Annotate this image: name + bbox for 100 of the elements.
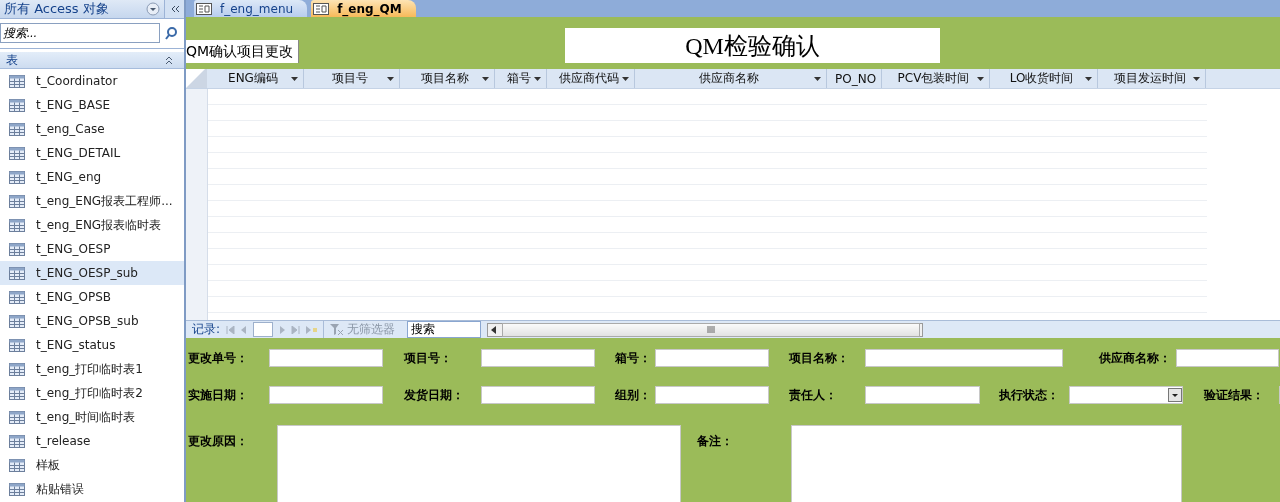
dropdown-arrow-icon[interactable] (1085, 76, 1092, 81)
last-record-icon[interactable] (291, 325, 301, 334)
table-item[interactable]: t_eng_打印临时表1 (0, 357, 184, 381)
table-item[interactable]: t_ENG_BASE (0, 93, 184, 117)
column-header[interactable]: 项目发运时间 (1098, 69, 1206, 88)
text-field[interactable] (269, 386, 383, 404)
text-field[interactable] (481, 349, 595, 367)
field-label: 项目名称： (789, 349, 850, 367)
text-field[interactable] (481, 386, 595, 404)
column-header[interactable]: LO收货时间 (990, 69, 1098, 88)
column-header[interactable]: 供应商代码 (547, 69, 635, 88)
field-label: 更改单号： (188, 349, 249, 367)
combo-box[interactable] (1069, 386, 1183, 404)
table-item[interactable]: t_eng_时间临时表 (0, 405, 184, 429)
search-field[interactable]: 搜索... (0, 23, 160, 43)
record-number-field[interactable] (253, 322, 274, 337)
table-item[interactable]: 样板 (0, 453, 184, 477)
field-label: 箱号： (615, 349, 652, 367)
table-icon (9, 170, 25, 184)
text-field[interactable] (655, 386, 769, 404)
table-item[interactable]: t_ENG_eng (0, 165, 184, 189)
table-icon (9, 362, 25, 376)
dropdown-arrow-icon[interactable] (482, 76, 489, 81)
table-item[interactable]: t_eng_ENG报表工程师... (0, 189, 184, 213)
column-header[interactable]: 箱号 (495, 69, 547, 88)
subform-tab[interactable]: QM确认项目更改 (186, 40, 299, 63)
field-label: 备注： (697, 433, 734, 450)
table-icon (9, 242, 25, 256)
first-record-icon[interactable] (226, 325, 236, 334)
table-icon (9, 410, 25, 424)
scroll-left-icon[interactable] (490, 324, 499, 335)
table-icon (9, 266, 25, 280)
dropdown-arrow-icon[interactable] (291, 76, 298, 81)
table-icon (9, 218, 25, 232)
search-icon[interactable] (164, 26, 178, 40)
form-icon (196, 2, 212, 15)
dropdown-arrow-icon[interactable] (387, 76, 394, 81)
collapse-pane-button[interactable] (164, 0, 184, 18)
record-selector-column[interactable] (186, 89, 208, 320)
select-all-corner[interactable] (186, 69, 207, 88)
table-icon (9, 482, 25, 496)
table-icon (9, 338, 25, 352)
grip-icon (707, 326, 716, 333)
text-field[interactable] (865, 386, 980, 404)
text-field[interactable] (865, 349, 1063, 367)
table-item[interactable]: t_ENG_DETAIL (0, 141, 184, 165)
field-label: 更改原因： (188, 433, 249, 450)
dropdown-arrow-icon[interactable] (534, 76, 541, 81)
table-icon (9, 146, 25, 160)
table-icon (9, 194, 25, 208)
field-label: 验证结果： (1204, 386, 1265, 404)
dropdown-arrow-icon[interactable] (622, 76, 629, 81)
table-icon (9, 314, 25, 328)
table-item[interactable]: t_ENG_OESP (0, 237, 184, 261)
previous-record-icon[interactable] (241, 325, 248, 334)
column-header[interactable]: PO_NO (827, 69, 882, 88)
text-field[interactable] (655, 349, 769, 367)
table-item[interactable]: t_eng_打印临时表2 (0, 381, 184, 405)
text-field[interactable] (1176, 349, 1279, 367)
dropdown-arrow-icon[interactable] (977, 76, 984, 81)
text-field[interactable] (269, 349, 383, 367)
table-item[interactable]: t_ENG_OESP_sub (0, 261, 184, 285)
column-header[interactable]: 供应商名称 (635, 69, 827, 88)
table-item[interactable]: t_ENG_status (0, 333, 184, 357)
table-item[interactable]: t_release (0, 429, 184, 453)
table-icon (9, 458, 25, 472)
column-header[interactable]: PCV包装时间 (882, 69, 990, 88)
form-title: QM检验确认 (565, 28, 940, 63)
table-item[interactable]: t_eng_ENG报表临时表 (0, 213, 184, 237)
dropdown-arrow-icon[interactable] (1193, 76, 1200, 81)
dropdown-arrow-icon[interactable] (814, 76, 821, 81)
table-item[interactable]: t_eng_Case (0, 117, 184, 141)
field-label: 实施日期： (188, 386, 249, 404)
field-label: 发货日期： (404, 386, 465, 404)
table-icon (9, 290, 25, 304)
document-tab[interactable]: f_eng_menu (194, 0, 308, 17)
document-tab[interactable]: f_eng_QM (311, 0, 416, 17)
field-label: 组别： (615, 386, 652, 404)
column-header[interactable]: 项目号 (304, 69, 400, 88)
column-header[interactable]: ENG编码 (207, 69, 304, 88)
group-header[interactable]: 表 (0, 52, 184, 69)
next-record-icon[interactable] (279, 325, 286, 334)
pane-title: 所有 Access 对象 (4, 0, 110, 18)
table-icon (9, 434, 25, 448)
new-record-icon[interactable] (306, 325, 318, 334)
double-chevron-icon[interactable] (164, 55, 174, 65)
field-label: 责任人： (789, 386, 838, 404)
search-field[interactable]: 搜索 (407, 321, 482, 338)
table-item[interactable]: t_ENG_OPSB_sub (0, 309, 184, 333)
dropdown-icon[interactable] (146, 2, 160, 16)
field-label: 执行状态： (999, 386, 1060, 404)
table-item[interactable]: 粘贴错误 (0, 477, 184, 501)
form-icon (313, 2, 330, 15)
table-item[interactable]: t_Coordinator (0, 69, 184, 93)
table-icon (9, 98, 25, 112)
double-chevron-icon (169, 5, 180, 13)
table-icon (9, 122, 25, 136)
table-item[interactable]: t_ENG_OPSB (0, 285, 184, 309)
column-header[interactable]: 项目名称 (400, 69, 495, 88)
table-icon (9, 74, 25, 88)
